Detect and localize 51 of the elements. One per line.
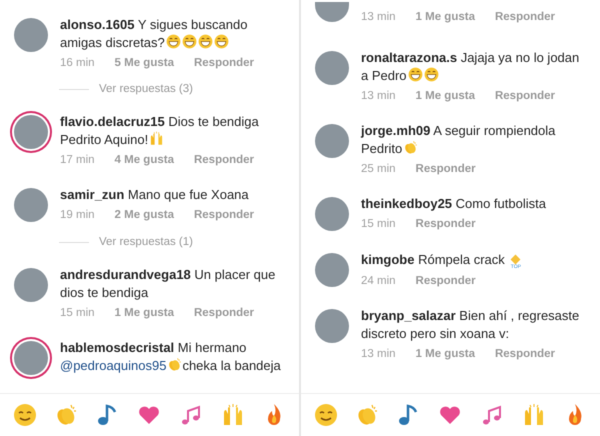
reply-link[interactable]: Responder bbox=[416, 275, 476, 287]
comment-time: 24 min bbox=[361, 275, 396, 287]
likes-count[interactable]: 4 Me gusta bbox=[114, 154, 174, 166]
likes-count[interactable]: 2 Me gusta bbox=[114, 209, 174, 221]
likes-count[interactable]: 1 Me gusta bbox=[416, 348, 475, 360]
comment-text: alonso.1605 Y sigues buscando amigas discretas? bbox=[60, 16, 248, 52]
reply-link[interactable]: Responder bbox=[494, 11, 556, 23]
avatar-photo bbox=[315, 2, 349, 22]
comment-text: jorge.mh09 A seguir rompiendola Pedrito bbox=[361, 122, 556, 158]
reply-link[interactable]: Responder bbox=[194, 154, 254, 166]
comment-text: flavio.delacruz15 Dios te bendiga Pedrito Aquino! bbox=[60, 113, 260, 149]
reply-link[interactable]: Responder bbox=[194, 209, 254, 221]
likes-count[interactable]: 1 Me gusta bbox=[114, 307, 174, 319]
comment-text: hablemosdecristal Mi hermano @pedroaquinos95 cheka la bandeja bbox=[60, 339, 282, 375]
view-replies-link[interactable]: Ver respuestas (3) bbox=[99, 83, 193, 95]
comment-time: 15 min bbox=[361, 218, 396, 230]
reply-link[interactable]: Responder bbox=[194, 307, 254, 319]
comment-text: andresdurandvega18 Un placer que dios te bendiga bbox=[60, 266, 276, 302]
reply-link[interactable]: Responder bbox=[194, 57, 254, 69]
raised-hands-icon bbox=[149, 131, 164, 146]
comment-time: 19 min bbox=[60, 209, 95, 221]
comment-text: theinkedboy25 Como futbolista bbox=[361, 195, 547, 213]
mention-link[interactable]: @pedroaquinos95 bbox=[60, 358, 166, 373]
comment-text: bryanp_salazar Bien ahí , regresaste discreto pero sin xoana v: bbox=[361, 307, 580, 343]
reply-link[interactable]: Responder bbox=[494, 348, 556, 360]
grinning-face-icon bbox=[424, 67, 439, 82]
comment-time: 16 min bbox=[60, 57, 95, 69]
grinning-face-icon bbox=[182, 34, 197, 49]
comment-time: 13 min bbox=[361, 348, 396, 360]
likes-count[interactable]: 1 Me gusta bbox=[416, 11, 475, 23]
comment-time: 25 min bbox=[361, 163, 396, 175]
grinning-face-icon bbox=[408, 67, 423, 82]
smiling-face-icon[interactable] bbox=[12, 403, 37, 427]
grinning-face-icon bbox=[214, 34, 229, 49]
comment-time: 15 min bbox=[60, 307, 95, 319]
view-replies-link[interactable]: Ver respuestas (1) bbox=[99, 236, 193, 248]
clapping-hands-icon bbox=[167, 357, 182, 372]
reply-link[interactable]: Responder bbox=[494, 90, 556, 102]
clapping-hands-icon bbox=[403, 140, 418, 155]
reply-link[interactable]: Responder bbox=[416, 163, 476, 175]
comment-time: 17 min bbox=[60, 154, 95, 166]
likes-count[interactable]: 5 Me gusta bbox=[114, 57, 174, 69]
smiling-face-icon[interactable] bbox=[314, 403, 338, 427]
reply-link[interactable]: Responder bbox=[416, 218, 476, 230]
comment-text: samir_zun Mano que fue Xoana bbox=[60, 186, 250, 204]
comment-time: 13 min bbox=[361, 90, 396, 102]
grinning-face-icon bbox=[166, 34, 181, 49]
likes-count[interactable]: 1 Me gusta bbox=[416, 90, 475, 102]
comment-time: 13 min bbox=[361, 11, 396, 23]
comment-text: ronaltarazona.s Jajaja ya no lo jodan a Pedro bbox=[361, 49, 580, 85]
grinning-face-icon bbox=[198, 34, 213, 49]
